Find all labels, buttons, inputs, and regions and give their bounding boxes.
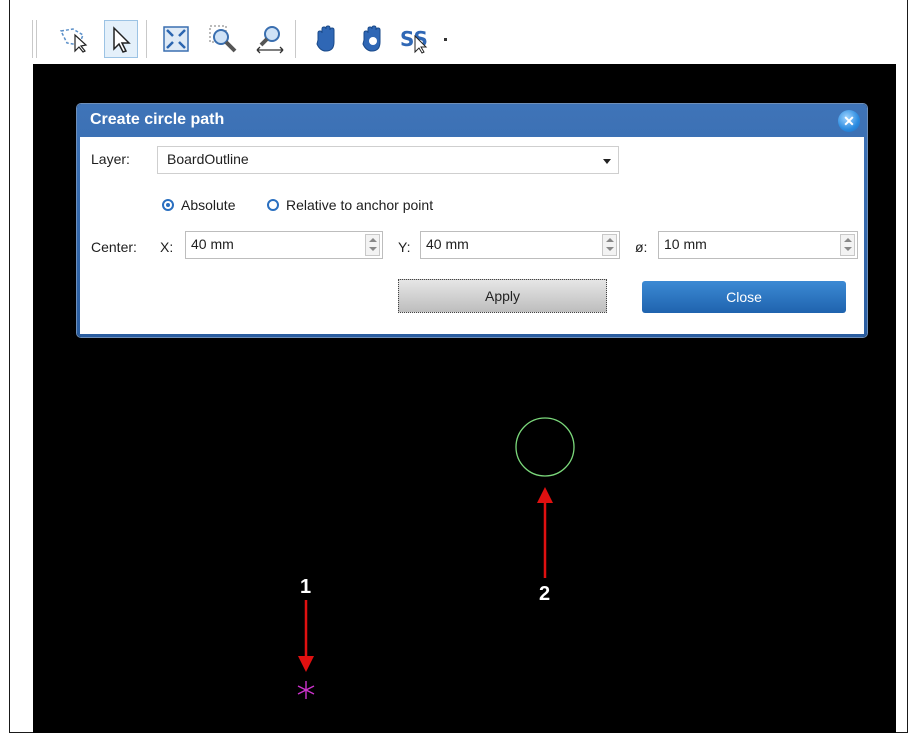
annotation-arrow-2 <box>537 487 553 578</box>
circle-path <box>515 417 575 477</box>
annotation-label-2: 2 <box>539 583 551 605</box>
anchor-point-marker <box>297 681 315 699</box>
annotation-label-1: 1 <box>300 576 312 598</box>
annotation-arrow-1 <box>298 600 314 672</box>
canvas-overlay <box>297 417 575 699</box>
